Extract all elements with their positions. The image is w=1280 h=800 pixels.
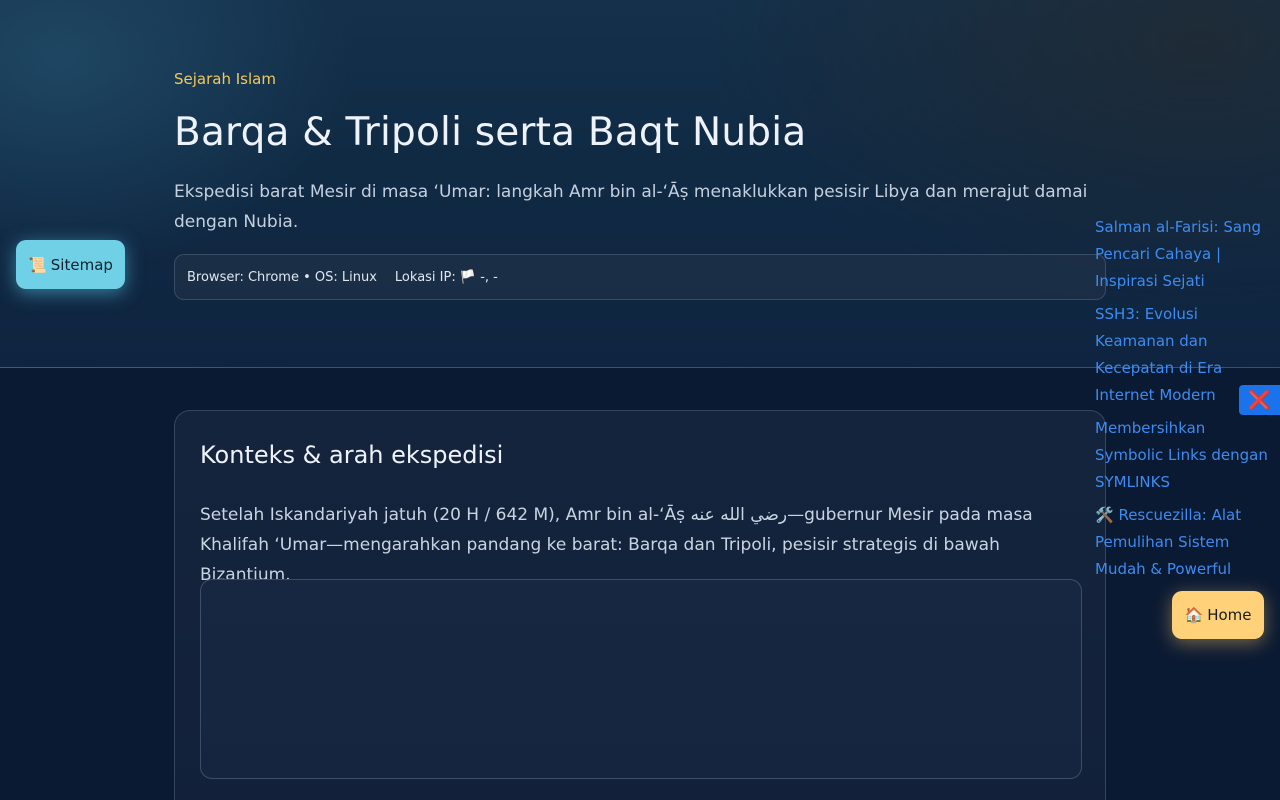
close-icon: ❌	[1248, 389, 1271, 411]
related-link-salman[interactable]: Salman al-Farisi: Sang Pencari Cahaya | …	[1095, 214, 1270, 295]
section-title: Konteks & arah ekspedisi	[200, 441, 504, 469]
home-button[interactable]: 🏠 Home	[1172, 591, 1264, 639]
ip-location-value: -, -	[480, 269, 498, 285]
content-card: Konteks & arah ekspedisi Setelah Iskanda…	[174, 410, 1106, 800]
ip-location-label: Lokasi IP:	[394, 269, 456, 285]
home-button-label: Home	[1207, 606, 1252, 624]
category-kicker[interactable]: Sejarah Islam	[174, 70, 276, 88]
related-link-symlinks[interactable]: Membersihkan Symbolic Links dengan SYMLI…	[1095, 415, 1270, 496]
related-link-rescuezilla[interactable]: 🛠️ Rescuezilla: Alat Pemulihan Sistem Mu…	[1095, 502, 1270, 583]
flag-icon: 🏳️	[459, 269, 477, 285]
browser-os-info: Browser: Chrome • OS: Linux	[187, 269, 377, 285]
section-paragraph: Setelah Iskandariyah jatuh (20 H / 642 M…	[200, 505, 1033, 585]
scroll-icon: 📜	[28, 255, 47, 274]
page-title: Barqa & Tripoli serta Baqt Nubia	[174, 110, 807, 155]
home-icon: 🏠	[1184, 606, 1204, 624]
sitemap-button[interactable]: 📜 Sitemap	[16, 240, 125, 289]
media-placeholder	[200, 579, 1082, 779]
visitor-info-bar: Browser: Chrome • OS: Linux Lokasi IP: 🏳…	[174, 254, 1106, 300]
close-related-button[interactable]: ❌	[1239, 385, 1280, 415]
sitemap-button-label: Sitemap	[50, 255, 113, 274]
page-subtitle: Ekspedisi barat Mesir di masa ‘Umar: lan…	[174, 182, 1088, 232]
hero-header: Sejarah Islam Barqa & Tripoli serta Baqt…	[0, 0, 1280, 368]
page: Sejarah Islam Barqa & Tripoli serta Baqt…	[0, 0, 1280, 800]
